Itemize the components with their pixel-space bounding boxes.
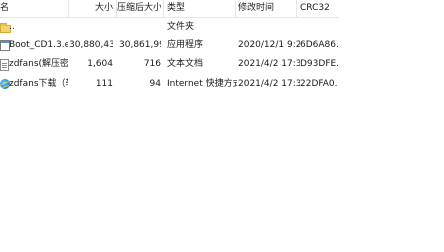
column-size[interactable]: 大小 [69, 0, 113, 17]
name-cell: zdfans下载（软... [0, 77, 68, 92]
column-header: 名 大小 压缩后大小 类型 修改时间 CRC32 [0, 0, 339, 18]
type-cell: 文本文档 [167, 59, 204, 69]
packed-size-cell: 94 [149, 79, 161, 89]
packed-size-cell [119, 20, 161, 35]
file-name: zdfans(解压密... [9, 59, 68, 69]
type-cell: 文件夹 [167, 22, 195, 32]
column-divider[interactable] [163, 0, 164, 17]
modified-cell [238, 20, 300, 35]
file-list: 名 大小 压缩后大小 类型 修改时间 CRC32 .. 文件夹 Boot_CD1… [0, 0, 339, 252]
type-cell: Internet 快捷方式 [167, 79, 237, 89]
modified-cell: 2021/4/2 17:39 [238, 59, 300, 69]
crc-cell: D93DFE... [300, 59, 338, 69]
file-name: .. [9, 22, 15, 32]
packed-size-cell: 716 [143, 59, 161, 69]
column-divider[interactable] [235, 0, 236, 17]
file-row[interactable]: zdfans(解压密... 1,604 716 文本文档 2021/4/2 17… [0, 57, 339, 72]
file-row[interactable]: zdfans下载（软... 111 94 Internet 快捷方式 2021/… [0, 77, 339, 92]
file-name: zdfans下载（软... [9, 79, 68, 89]
size-cell [69, 20, 113, 35]
file-name: Boot_CD1.3.ex... [9, 40, 68, 50]
name-cell: .. [0, 20, 68, 35]
packed-size-cell: 30,861,991 [119, 40, 161, 50]
name-cell: zdfans(解压密... [0, 57, 68, 72]
modified-cell: 2021/4/2 17:39 [238, 79, 300, 89]
crc-cell: 22DFA0... [300, 79, 338, 89]
column-divider[interactable] [296, 0, 297, 17]
column-type[interactable]: 类型 [167, 0, 232, 17]
empty-area [339, 0, 444, 252]
size-cell: 1,604 [87, 59, 113, 69]
file-row-parent[interactable]: .. 文件夹 [0, 20, 339, 35]
crc-cell: 6D6A86... [300, 40, 338, 50]
modified-cell: 2020/12/1 9:20 [238, 40, 300, 50]
type-cell: 应用程序 [167, 40, 204, 50]
size-cell: 111 [95, 79, 113, 89]
column-modified[interactable]: 修改时间 [238, 0, 296, 17]
column-packed-size[interactable]: 压缩后大小 [117, 0, 161, 17]
name-cell: Boot_CD1.3.ex... [0, 38, 68, 53]
file-row[interactable]: Boot_CD1.3.ex... 30,880,430 30,861,991 应… [0, 38, 339, 53]
column-name[interactable]: 名 [0, 0, 40, 17]
size-cell: 30,880,430 [69, 40, 113, 50]
crc-cell [300, 20, 338, 35]
text-file-icon [0, 59, 9, 71]
column-crc32[interactable]: CRC32 [300, 0, 338, 17]
